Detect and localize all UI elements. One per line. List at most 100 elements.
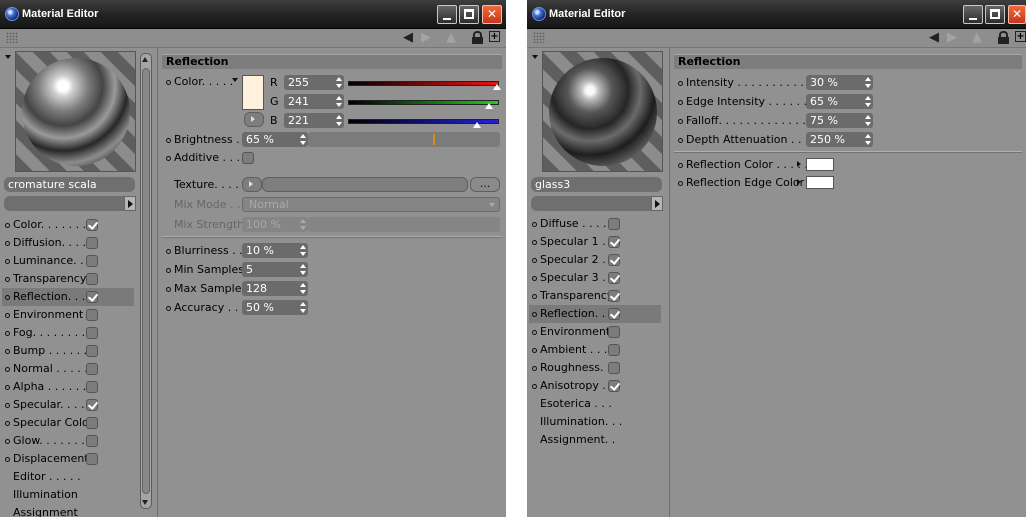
preview-menu-arrow-icon[interactable]: [532, 55, 538, 59]
up-arrow-icon[interactable]: ▲: [446, 30, 456, 46]
channel-checkbox[interactable]: [86, 273, 98, 285]
channel-item[interactable]: Environment: [2, 306, 134, 324]
animation-dot-icon[interactable]: [678, 119, 683, 124]
spinner-icon[interactable]: [865, 95, 871, 108]
channel-checkbox[interactable]: [608, 308, 620, 320]
close-button[interactable]: ✕: [1008, 5, 1026, 24]
animation-dot-icon[interactable]: [678, 181, 683, 186]
channel-checkbox[interactable]: [86, 381, 98, 393]
spinner-icon[interactable]: [336, 114, 342, 127]
grip-icon[interactable]: [533, 32, 545, 43]
animation-dot-icon[interactable]: [5, 241, 10, 246]
animation-dot-icon[interactable]: [5, 421, 10, 426]
animation-dot-icon[interactable]: [532, 276, 537, 281]
texture-field[interactable]: [262, 177, 468, 192]
reflection-edge-color-swatch[interactable]: [806, 176, 834, 189]
channel-checkbox[interactable]: [86, 237, 98, 249]
channel-selector-arrow-icon[interactable]: [124, 196, 136, 211]
spinner-icon[interactable]: [336, 95, 342, 108]
brightness-slider-marker[interactable]: [433, 134, 435, 145]
animation-dot-icon[interactable]: [678, 163, 683, 168]
channel-checkbox[interactable]: [86, 345, 98, 357]
animation-dot-icon[interactable]: [5, 403, 10, 408]
animation-dot-icon[interactable]: [166, 268, 171, 273]
blurriness-field[interactable]: 10 %: [242, 243, 308, 258]
sidebar-extra-item[interactable]: Assignment: [2, 504, 134, 517]
animation-dot-icon[interactable]: [532, 384, 537, 389]
brightness-slider[interactable]: [308, 132, 500, 147]
channel-item[interactable]: Bump . . . . . . .: [2, 342, 134, 360]
scrollbar-thumb[interactable]: [142, 68, 150, 494]
g-slider-knob[interactable]: [484, 103, 493, 109]
channel-checkbox[interactable]: [86, 363, 98, 375]
sidebar-scrollbar[interactable]: [140, 53, 152, 509]
minimize-button[interactable]: [437, 5, 457, 24]
channel-item[interactable]: Alpha . . . . . .: [2, 378, 134, 396]
channel-item[interactable]: Diffusion. . . . .: [2, 234, 134, 252]
spinner-icon[interactable]: [865, 76, 871, 89]
animation-dot-icon[interactable]: [5, 259, 10, 264]
animation-dot-icon[interactable]: [5, 367, 10, 372]
spinner-icon[interactable]: [300, 133, 306, 146]
animation-dot-icon[interactable]: [532, 222, 537, 227]
animation-dot-icon[interactable]: [5, 349, 10, 354]
animation-dot-icon[interactable]: [532, 294, 537, 299]
animation-dot-icon[interactable]: [5, 313, 10, 318]
animation-dot-icon[interactable]: [532, 366, 537, 371]
animation-dot-icon[interactable]: [5, 331, 10, 336]
animation-dot-icon[interactable]: [5, 295, 10, 300]
maximize-button[interactable]: [985, 5, 1005, 24]
sidebar-extra-item[interactable]: Esoterica . . .: [529, 395, 661, 413]
material-preview[interactable]: [542, 51, 663, 172]
animation-dot-icon[interactable]: [166, 287, 171, 292]
spinner-icon[interactable]: [300, 282, 306, 295]
channel-checkbox[interactable]: [608, 254, 620, 266]
channel-checkbox[interactable]: [86, 399, 98, 411]
b-slider-knob[interactable]: [473, 122, 482, 128]
channel-item[interactable]: Specular 2 . . .: [529, 251, 661, 269]
animation-dot-icon[interactable]: [678, 100, 683, 105]
b-value-field[interactable]: 221: [284, 113, 344, 128]
channel-item[interactable]: Transparency: [529, 287, 661, 305]
animation-dot-icon[interactable]: [166, 306, 171, 311]
channel-checkbox[interactable]: [86, 453, 98, 465]
reflection-color-swatch[interactable]: [806, 158, 834, 171]
channel-checkbox[interactable]: [86, 309, 98, 321]
preview-menu-arrow-icon[interactable]: [5, 55, 11, 59]
spinner-icon[interactable]: [300, 244, 306, 257]
channel-item[interactable]: Fog. . . . . . . .: [2, 324, 134, 342]
texture-browse-button[interactable]: ...: [470, 177, 500, 192]
title-bar[interactable]: Material Editor ✕: [0, 0, 506, 29]
lock-icon[interactable]: [998, 31, 1009, 44]
channel-item[interactable]: Reflection. . . .: [529, 305, 661, 323]
channel-item[interactable]: Specular Color: [2, 414, 134, 432]
channel-checkbox[interactable]: [608, 218, 620, 230]
channel-checkbox[interactable]: [86, 327, 98, 339]
color-swatch[interactable]: [242, 75, 264, 110]
spinner-icon[interactable]: [300, 263, 306, 276]
channel-item[interactable]: Anisotropy . . .: [529, 377, 661, 395]
animation-dot-icon[interactable]: [532, 312, 537, 317]
channel-item[interactable]: Specular 3 . . .: [529, 269, 661, 287]
animation-dot-icon[interactable]: [532, 348, 537, 353]
channel-item[interactable]: Color. . . . . . .: [2, 216, 134, 234]
r-value-field[interactable]: 255: [284, 75, 344, 90]
animation-dot-icon[interactable]: [5, 223, 10, 228]
g-slider[interactable]: [348, 100, 499, 105]
channel-checkbox[interactable]: [608, 290, 620, 302]
color-menu-arrow-icon[interactable]: [232, 78, 238, 82]
material-name-field[interactable]: cromature scala: [4, 177, 135, 192]
animation-dot-icon[interactable]: [532, 330, 537, 335]
new-window-icon[interactable]: +: [1015, 31, 1026, 42]
channel-checkbox[interactable]: [608, 236, 620, 248]
channel-item[interactable]: Reflection. . . .: [2, 288, 134, 306]
animation-dot-icon[interactable]: [5, 385, 10, 390]
title-bar[interactable]: Material Editor ✕: [527, 0, 1026, 29]
channel-checkbox[interactable]: [86, 219, 98, 231]
expand-arrow-icon[interactable]: [797, 179, 801, 185]
mixstrength-field[interactable]: 100 %: [242, 217, 308, 232]
maxsamples-field[interactable]: 128: [242, 281, 308, 296]
channel-item[interactable]: Displacement: [2, 450, 134, 468]
animation-dot-icon[interactable]: [5, 439, 10, 444]
animation-dot-icon[interactable]: [166, 249, 171, 254]
